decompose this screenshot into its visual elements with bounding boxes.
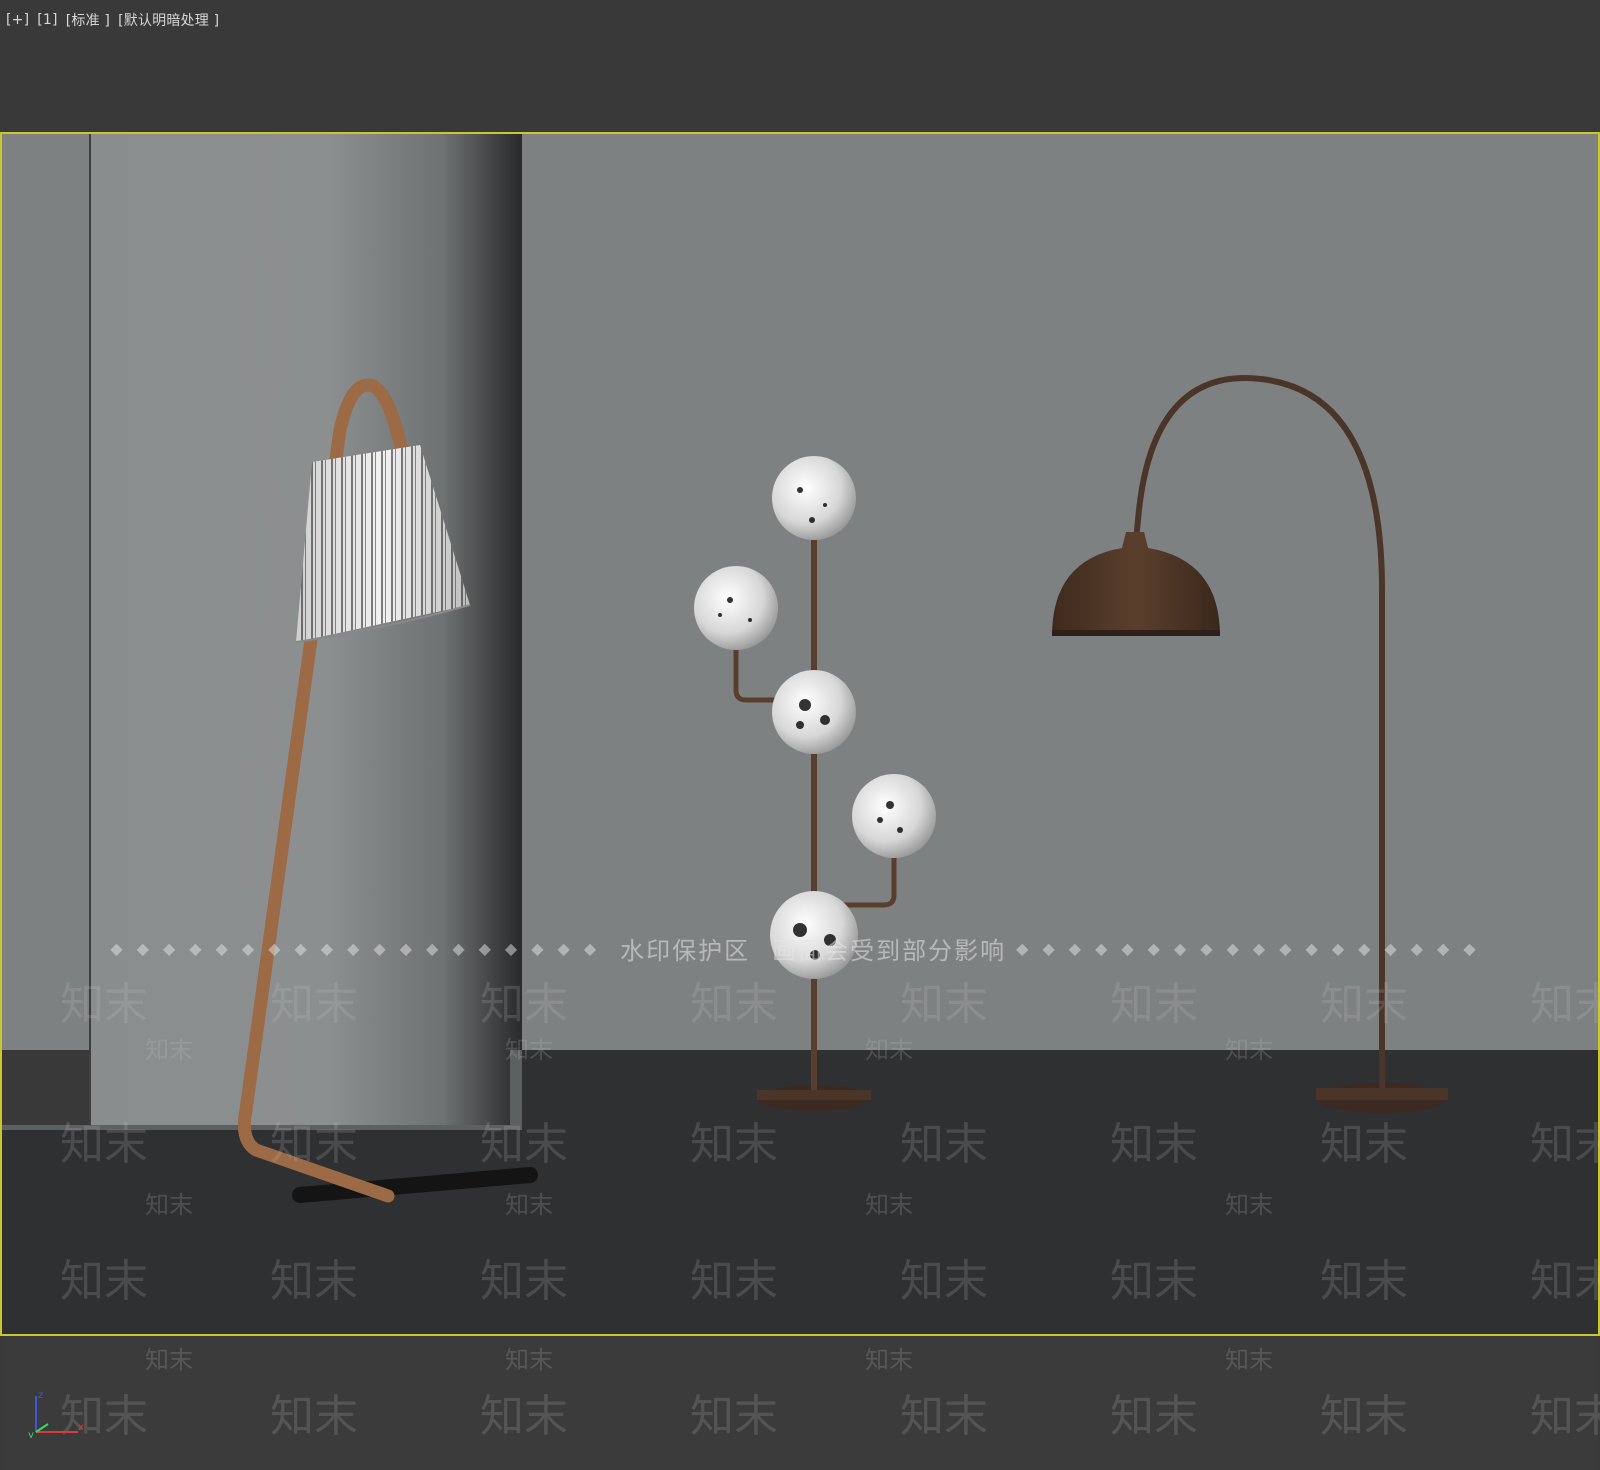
watermark-banner-left: 水印保护区 bbox=[620, 936, 751, 965]
viewport-view-menu[interactable]: [1] bbox=[37, 12, 57, 28]
watermark-dots: ◆◆◆◆◆◆◆◆◆◆◆◆◆◆◆◆◆◆ bbox=[1016, 938, 1490, 958]
viewport-mode-menu[interactable]: [标准 ] bbox=[66, 10, 110, 30]
watermark-banner-right: 画面会受到部分影响 bbox=[772, 936, 1007, 965]
axis-gizmo-icon: z x y bbox=[28, 1390, 84, 1438]
axis-z-label: z bbox=[38, 1390, 43, 1401]
scene-canvas[interactable] bbox=[0, 0, 1600, 1470]
watermark-dots: ◆◆◆◆◆◆◆◆◆◆◆◆◆◆◆◆◆◆◆ bbox=[110, 938, 611, 958]
viewport-shading-menu[interactable]: [默认明暗处理 ] bbox=[118, 10, 219, 30]
viewport-plus-menu[interactable]: [+] bbox=[6, 12, 29, 28]
watermark-banner: ◆◆◆◆◆◆◆◆◆◆◆◆◆◆◆◆◆◆◆ 水印保护区 画面会受到部分影响 ◆◆◆◆… bbox=[0, 930, 1600, 966]
viewport-label-menu: [+] [1] [标准 ] [默认明暗处理 ] bbox=[6, 10, 219, 30]
axis-x-label: x bbox=[78, 1422, 84, 1433]
axis-y-label: y bbox=[28, 1430, 34, 1438]
viewport-3d[interactable]: 知末 知末 知末 知末 知末 知末 知末 知末 知末 知末 知末 知末 知末 知… bbox=[0, 0, 1600, 1470]
